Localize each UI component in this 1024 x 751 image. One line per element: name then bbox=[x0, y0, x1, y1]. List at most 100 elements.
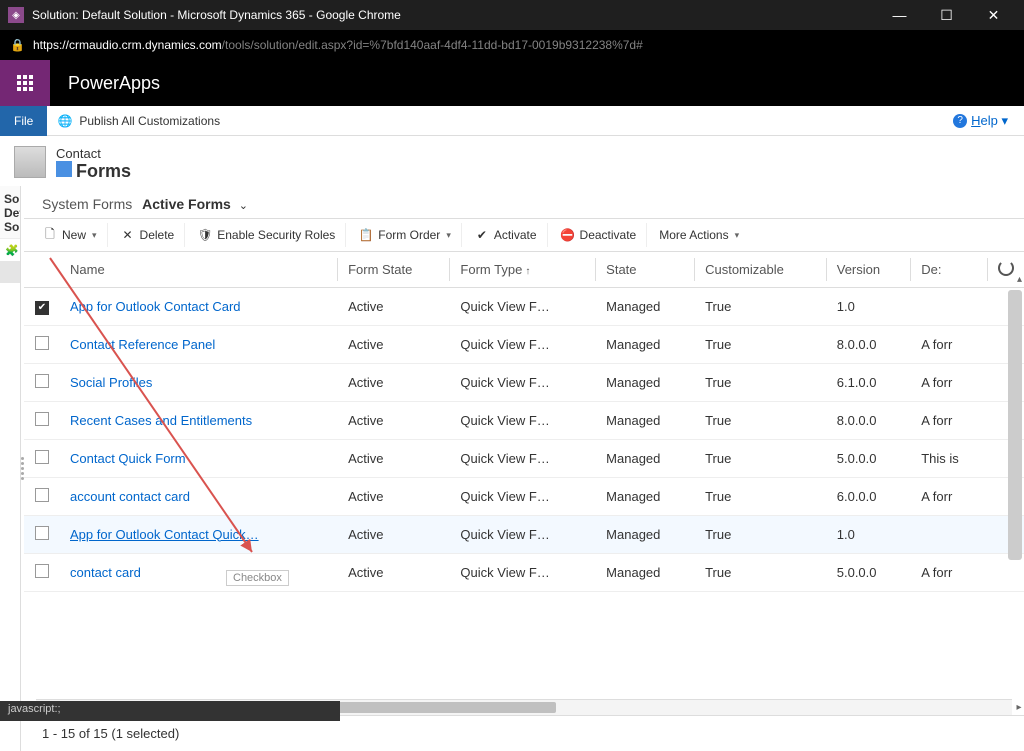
row-checkbox-cell[interactable] bbox=[24, 553, 60, 591]
sidebar-item[interactable]: 🌐Web Resources bbox=[0, 327, 21, 349]
row-checkbox[interactable] bbox=[35, 450, 49, 464]
sidebar-item[interactable]: 🔗Connection Roles bbox=[0, 503, 21, 525]
help-menu[interactable]: ? Help ▾ bbox=[953, 113, 1024, 129]
maximize-button[interactable]: ☐ bbox=[924, 0, 969, 30]
cell-name[interactable]: App for Outlook Contact Card bbox=[60, 288, 338, 326]
cell-version: 5.0.0.0 bbox=[827, 553, 911, 591]
app-favicon: ◈ bbox=[8, 7, 24, 23]
table-row[interactable]: Contact Quick FormActiveQuick View F…Man… bbox=[24, 439, 1024, 477]
cell-name[interactable]: Recent Cases and Entitlements bbox=[60, 401, 338, 439]
scroll-right-arrow[interactable]: ▸ bbox=[1012, 700, 1024, 715]
sidebar-item[interactable]: 🎛Custom Controls bbox=[0, 745, 21, 751]
row-checkbox-cell[interactable] bbox=[24, 325, 60, 363]
view-selector[interactable]: System Forms Active Forms ⌄ bbox=[24, 186, 1024, 218]
close-button[interactable]: ✕ bbox=[971, 0, 1016, 30]
col-name[interactable]: Name bbox=[60, 252, 338, 288]
cell-version: 6.0.0.0 bbox=[827, 477, 911, 515]
table-row[interactable]: contact cardActiveQuick View F…ManagedTr… bbox=[24, 553, 1024, 591]
tree-root-components[interactable]: 🧩 Components ▴ bbox=[0, 239, 20, 261]
activate-button[interactable]: ✔Activate bbox=[464, 223, 548, 247]
cell-name[interactable]: contact card bbox=[60, 553, 338, 591]
row-checkbox[interactable] bbox=[35, 488, 49, 502]
cell-form_type: Quick View F… bbox=[450, 288, 596, 326]
col-description[interactable]: De: bbox=[911, 252, 988, 288]
sidebar-item[interactable]: ✉Email Templates bbox=[0, 569, 21, 591]
minimize-button[interactable]: — bbox=[877, 0, 922, 30]
row-checkbox[interactable]: ✔ bbox=[35, 301, 49, 315]
table-row[interactable]: Social ProfilesActiveQuick View F…Manage… bbox=[24, 363, 1024, 401]
delete-button[interactable]: ✕Delete bbox=[110, 223, 186, 247]
solution-title: Solution Default Solution bbox=[0, 186, 20, 239]
row-checkbox[interactable] bbox=[35, 564, 49, 578]
row-checkbox[interactable] bbox=[35, 526, 49, 540]
sidebar-item[interactable]: 📄Reports bbox=[0, 481, 21, 503]
row-checkbox[interactable] bbox=[35, 336, 49, 350]
table-row[interactable]: ✔App for Outlook Contact CardActiveQuick… bbox=[24, 288, 1024, 326]
col-form-type[interactable]: Form Type bbox=[450, 252, 596, 288]
cell-customizable: True bbox=[695, 515, 827, 553]
row-checkbox-cell[interactable] bbox=[24, 401, 60, 439]
new-button[interactable]: 🗋New▾ bbox=[32, 223, 108, 247]
publish-all-button[interactable]: 🌐 Publish All Customizations bbox=[47, 113, 230, 129]
table-row[interactable]: App for Outlook Contact Quick…ActiveQuic… bbox=[24, 515, 1024, 553]
select-all-header[interactable] bbox=[24, 252, 60, 288]
sidebar-item[interactable]: 📃Article Templates bbox=[0, 525, 21, 547]
entity-icon bbox=[14, 146, 46, 178]
table-row[interactable]: Recent Cases and EntitlementsActiveQuick… bbox=[24, 401, 1024, 439]
sidebar-item[interactable]: ✉Mail Merge Templates bbox=[0, 591, 21, 613]
cell-version: 1.0 bbox=[827, 515, 911, 553]
row-checkbox[interactable] bbox=[35, 412, 49, 426]
row-checkbox-cell[interactable] bbox=[24, 439, 60, 477]
sidebar-item[interactable]: 🔗Service Endpoints bbox=[0, 415, 21, 437]
row-checkbox-cell[interactable] bbox=[24, 515, 60, 553]
sidebar-item[interactable]: 🔲Option Sets bbox=[0, 283, 21, 305]
file-menu-button[interactable]: File bbox=[0, 106, 47, 136]
cell-state: Managed bbox=[596, 439, 695, 477]
row-checkbox-cell[interactable] bbox=[24, 477, 60, 515]
row-checkbox[interactable] bbox=[35, 374, 49, 388]
sidebar-item[interactable]: 🟦Model-driven Apps bbox=[0, 723, 21, 745]
sidebar-item[interactable]: 📃Contract Templates bbox=[0, 547, 21, 569]
activate-icon: ✔ bbox=[474, 227, 490, 243]
forms-grid[interactable]: Name Form State Form Type State Customiz… bbox=[24, 252, 1024, 699]
sidebar-item[interactable]: 🧩Client Extensions bbox=[0, 305, 21, 327]
col-state[interactable]: State bbox=[596, 252, 695, 288]
app-launcher-button[interactable] bbox=[0, 60, 50, 106]
row-checkbox-cell[interactable]: ✔ bbox=[24, 288, 60, 326]
sidebar-item[interactable]: ↗Routing Rule Sets bbox=[0, 657, 21, 679]
sidebar-item[interactable]: ▷🔌Plug-in Assemblies bbox=[0, 371, 21, 393]
more-actions-button[interactable]: More Actions▾ bbox=[649, 224, 749, 246]
sidebar-item[interactable]: 📁Entities bbox=[0, 261, 21, 283]
window-title: Solution: Default Solution - Microsoft D… bbox=[32, 8, 401, 22]
cell-description bbox=[911, 288, 988, 326]
cell-name[interactable]: account contact card bbox=[60, 477, 338, 515]
cell-version: 6.1.0.0 bbox=[827, 363, 911, 401]
sidebar-item[interactable]: 📄Sdk Message Processin… bbox=[0, 393, 21, 415]
row-checkbox-cell[interactable] bbox=[24, 363, 60, 401]
cell-name[interactable]: Social Profiles bbox=[60, 363, 338, 401]
sidebar-item[interactable]: 🛡Field Security Profiles bbox=[0, 635, 21, 657]
sidebar-item[interactable]: ⚙Processes bbox=[0, 349, 21, 371]
cell-name[interactable]: Contact Reference Panel bbox=[60, 325, 338, 363]
form-order-button[interactable]: 📋Form Order▾ bbox=[348, 223, 462, 247]
cell-name[interactable]: Contact Quick Form bbox=[60, 439, 338, 477]
sidebar-item[interactable]: 🔒Security Roles bbox=[0, 613, 21, 635]
cell-state: Managed bbox=[596, 288, 695, 326]
col-customizable[interactable]: Customizable bbox=[695, 252, 827, 288]
table-row[interactable]: account contact cardActiveQuick View F…M… bbox=[24, 477, 1024, 515]
vscroll-up-arrow[interactable]: ▴ bbox=[1017, 274, 1022, 285]
sidebar-item[interactable]: 📊Dashboards bbox=[0, 437, 21, 459]
vertical-scrollbar[interactable] bbox=[1008, 290, 1022, 560]
address-bar[interactable]: 🔒 https://crmaudio.crm.dynamics.com/tool… bbox=[0, 30, 1024, 60]
cell-form_type: Quick View F… bbox=[450, 401, 596, 439]
components-icon: 🧩 bbox=[4, 242, 20, 258]
sidebar-item[interactable]: ⚙Record Creation and U… bbox=[0, 679, 21, 701]
col-form-state[interactable]: Form State bbox=[338, 252, 450, 288]
col-version[interactable]: Version bbox=[827, 252, 911, 288]
enable-security-button[interactable]: 🛡Enable Security Roles bbox=[187, 223, 346, 247]
deactivate-button[interactable]: ⛔Deactivate bbox=[550, 223, 648, 247]
table-row[interactable]: Contact Reference PanelActiveQuick View … bbox=[24, 325, 1024, 363]
solution-tree[interactable]: Solution Default Solution 🧩 Components ▴… bbox=[0, 186, 21, 751]
cell-name[interactable]: App for Outlook Contact Quick… bbox=[60, 515, 338, 553]
sidebar-item[interactable]: 💬Dialog Boxes bbox=[0, 459, 21, 481]
